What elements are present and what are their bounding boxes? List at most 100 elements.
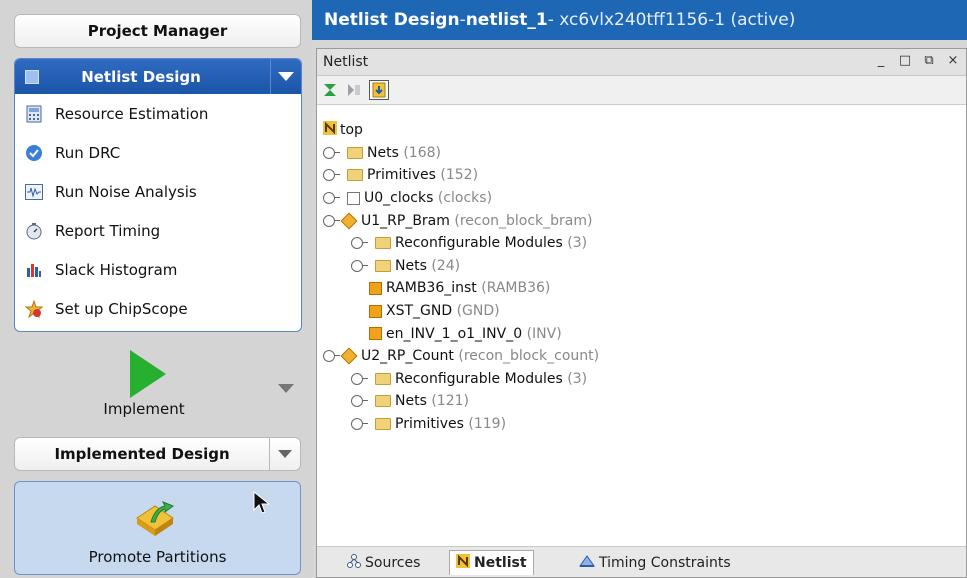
- implement-button[interactable]: Implement: [14, 340, 304, 432]
- tree-node-u1-rp-bram[interactable]: U1_RP_Bram (recon_block_bram): [323, 209, 599, 232]
- bottom-tab-strip: Sources Netlist Timing Constraints: [317, 546, 966, 577]
- netlist-window-header: Netlist _ □ ⧉ ×: [317, 49, 966, 76]
- tab-sources[interactable]: Sources: [347, 550, 420, 575]
- tree-type: (clocks): [437, 190, 493, 207]
- tree-label: en_INV_1_o1_INV_0: [386, 325, 523, 342]
- tree-node-u2-rp-count[interactable]: U2_RP_Count (recon_block_count): [323, 345, 599, 368]
- workspace: Netlist Design - netlist_1 - xc6vlx240tf…: [312, 0, 967, 578]
- chevron-down-icon: [278, 72, 294, 81]
- tree-node-u1-modules[interactable]: Reconfigurable Modules (3): [323, 232, 599, 255]
- expand-icon[interactable]: [351, 372, 368, 385]
- tree-label: Nets: [367, 144, 399, 161]
- tree-node-u2-nets[interactable]: Nets (121): [323, 390, 599, 413]
- chevron-down-icon: [278, 450, 293, 458]
- view-title: Netlist Design: [324, 10, 460, 30]
- set-up-chipscope-item[interactable]: Set up ChipScope: [15, 289, 301, 328]
- folder-icon: [375, 395, 391, 408]
- tree-node-ramb36-inst[interactable]: RAMB36_inst (RAMB36): [323, 277, 599, 300]
- tree-node-nets[interactable]: Nets (168): [323, 142, 599, 165]
- tree-type: (recon_block_count): [458, 348, 600, 365]
- partition-icon: [340, 212, 358, 230]
- tab-timing-constraints[interactable]: Timing Constraints: [579, 550, 731, 575]
- close-icon[interactable]: ×: [946, 53, 960, 68]
- promote-partitions-icon: [136, 501, 175, 536]
- sources-icon: [347, 553, 361, 572]
- tree-count: (168): [403, 144, 441, 161]
- tree-node-u2-primitives[interactable]: Primitives (119): [323, 413, 599, 436]
- tree-count: (24): [431, 257, 461, 274]
- tree-label: U2_RP_Count: [361, 348, 454, 365]
- expand-icon[interactable]: [323, 146, 340, 159]
- tab-sources-label: Sources: [365, 554, 421, 571]
- tree-node-primitives[interactable]: Primitives (152): [323, 164, 599, 187]
- run-drc-item[interactable]: Run DRC: [15, 133, 301, 172]
- tree-node-u1-nets[interactable]: Nets (24): [323, 255, 599, 278]
- chevron-down-icon[interactable]: [278, 384, 294, 393]
- tree-node-en-inv[interactable]: en_INV_1_o1_INV_0 (INV): [323, 322, 599, 345]
- tab-netlist[interactable]: Netlist: [449, 550, 534, 575]
- minimize-icon[interactable]: _: [874, 53, 888, 68]
- expand-selection-icon[interactable]: [345, 81, 363, 99]
- float-icon[interactable]: ⧉: [922, 53, 936, 68]
- implement-label: Implement: [103, 400, 185, 418]
- netlist-root-icon: [323, 121, 337, 139]
- tree-label: top: [340, 122, 363, 139]
- chipscope-icon: [25, 299, 43, 318]
- tree-count: (121): [431, 393, 469, 410]
- histogram-icon: [25, 261, 43, 279]
- device-name: - xc6vlx240tff1156-1 (active): [547, 10, 796, 30]
- expand-icon[interactable]: [351, 395, 368, 408]
- cell-icon: [347, 191, 360, 205]
- resource-estimation-item[interactable]: Resource Estimation: [15, 94, 301, 133]
- tree-node-top[interactable]: top: [323, 119, 599, 142]
- expand-icon[interactable]: [351, 418, 368, 431]
- collapse-all-icon[interactable]: [321, 81, 339, 99]
- netlist-design-title: Netlist Design: [81, 67, 201, 86]
- tree-type: (recon_block_bram): [454, 212, 593, 229]
- tree-node-xst-gnd[interactable]: XST_GND (GND): [323, 300, 599, 323]
- tree-count: (119): [468, 416, 507, 433]
- report-timing-item[interactable]: Report Timing: [15, 211, 301, 250]
- run-noise-analysis-item[interactable]: Run Noise Analysis: [15, 172, 301, 211]
- expand-icon[interactable]: [351, 259, 368, 272]
- folder-icon: [347, 169, 363, 182]
- folder-icon: [375, 372, 391, 385]
- expand-icon[interactable]: [323, 192, 340, 205]
- folder-icon: [375, 237, 391, 250]
- tree-node-u0-clocks[interactable]: U0_clocks (clocks): [323, 187, 599, 210]
- partition-icon: [340, 347, 358, 365]
- resource-estimation-label: Resource Estimation: [55, 104, 209, 123]
- implemented-design-button[interactable]: Implemented Design: [14, 437, 301, 471]
- netlist-design-dropdown[interactable]: [270, 59, 301, 94]
- expand-icon[interactable]: [323, 169, 340, 182]
- tree-type: (RAMB36): [481, 280, 551, 297]
- folder-icon: [375, 418, 391, 431]
- netlist-tree: top Nets (168) Primitives (152) U0_clock…: [323, 119, 599, 435]
- project-manager-button[interactable]: Project Manager: [14, 14, 301, 48]
- run-noise-analysis-label: Run Noise Analysis: [55, 182, 197, 201]
- auto-update-icon[interactable]: [369, 80, 389, 100]
- implemented-design-dropdown[interactable]: [269, 438, 300, 470]
- primitive-icon: [369, 327, 382, 341]
- tree-label: Primitives: [367, 167, 436, 184]
- netlist-design-header[interactable]: Netlist Design: [15, 59, 301, 94]
- tree-node-u2-modules[interactable]: Reconfigurable Modules (3): [323, 368, 599, 391]
- collapse-icon[interactable]: [323, 214, 340, 227]
- primitive-icon: [369, 281, 382, 295]
- folder-icon: [375, 259, 391, 272]
- set-up-chipscope-label: Set up ChipScope: [55, 299, 188, 318]
- collapse-icon[interactable]: [323, 350, 340, 363]
- expand-icon[interactable]: [351, 237, 368, 250]
- tab-timing-constraints-label: Timing Constraints: [599, 554, 731, 571]
- slack-histogram-item[interactable]: Slack Histogram: [15, 250, 301, 289]
- primitive-icon: [369, 304, 382, 318]
- netlist-icon: [456, 554, 470, 572]
- tree-type: (INV): [526, 325, 562, 342]
- waveform-icon: [25, 183, 43, 201]
- run-drc-label: Run DRC: [55, 143, 121, 162]
- tree-label: XST_GND: [386, 303, 453, 320]
- report-timing-label: Report Timing: [55, 221, 161, 240]
- folder-icon: [347, 146, 363, 159]
- maximize-icon[interactable]: □: [898, 53, 912, 68]
- project-manager-label: Project Manager: [87, 22, 228, 40]
